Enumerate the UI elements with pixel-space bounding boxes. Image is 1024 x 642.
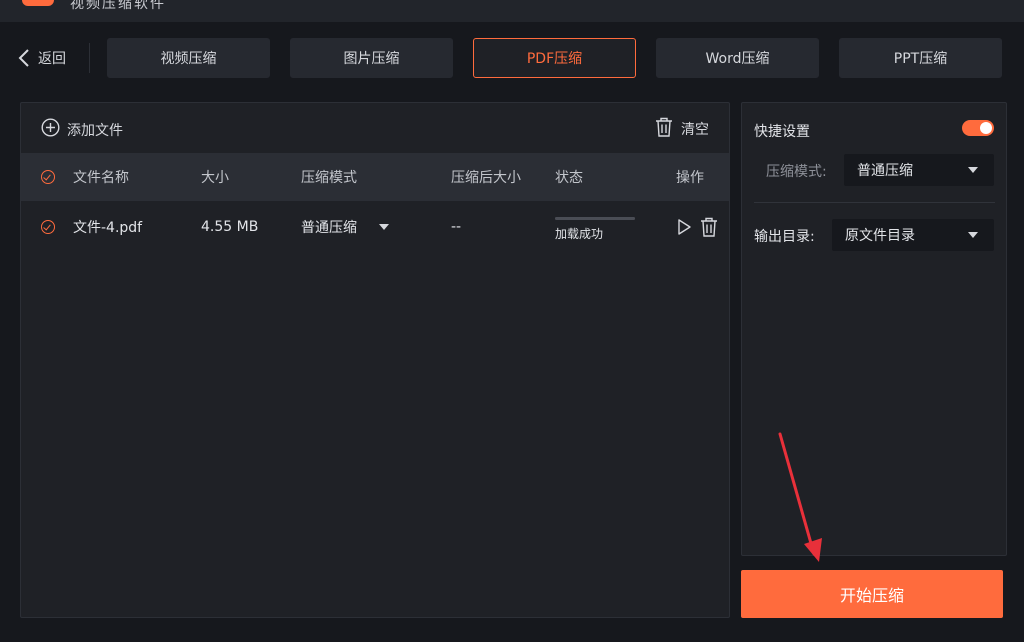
caret-down-icon: [379, 224, 389, 230]
tab-image-compress[interactable]: 图片压缩: [290, 38, 453, 78]
output-dir-select[interactable]: 原文件目录: [832, 219, 994, 251]
add-file-label: 添加文件: [67, 122, 123, 139]
file-size: 4.55 MB: [201, 219, 259, 235]
app-logo-icon: [22, 0, 54, 6]
mode-select[interactable]: 普通压缩: [844, 154, 994, 186]
column-header-size: 大小: [201, 170, 229, 186]
status-text: 加载成功: [555, 226, 604, 241]
tab-word-compress[interactable]: Word压缩: [656, 38, 819, 78]
plus-circle-icon: [41, 118, 60, 141]
column-header-after-size: 压缩后大小: [451, 170, 521, 186]
back-button[interactable]: 返回: [18, 44, 66, 72]
tab-ppt-compress[interactable]: PPT压缩: [839, 38, 1002, 78]
trash-icon[interactable]: [700, 217, 718, 237]
progress-bar: [555, 216, 635, 220]
app-title: 视频压缩软件: [70, 0, 166, 12]
file-list-panel: 添加文件 清空 文件名称 大小 压缩模式 压缩后大小 状态 操作 文件-4.pd…: [20, 102, 730, 618]
status-indicator: 加载成功: [555, 216, 635, 242]
column-header-ops: 操作: [676, 170, 704, 186]
file-toolbar: 添加文件 清空: [21, 103, 729, 153]
settings-divider: [754, 202, 995, 203]
column-header-mode: 压缩模式: [301, 170, 357, 186]
tab-video-compress[interactable]: 视频压缩: [107, 38, 270, 78]
add-file-button[interactable]: 添加文件: [41, 118, 123, 141]
mode-select-value: 普通压缩: [857, 163, 913, 179]
title-bar: 视频压缩软件: [0, 0, 1024, 22]
settings-panel: 快捷设置 压缩模式: 普通压缩 输出目录: 原文件目录: [741, 102, 1007, 556]
row-mode-select[interactable]: 普通压缩: [301, 217, 389, 237]
start-compress-button[interactable]: 开始压缩: [741, 570, 1003, 618]
row-mode-value: 普通压缩: [301, 220, 357, 236]
settings-title: 快捷设置: [754, 124, 810, 140]
tab-pdf-compress[interactable]: PDF压缩: [473, 38, 636, 78]
select-all-checkbox[interactable]: [41, 170, 55, 184]
file-name: 文件-4.pdf: [73, 220, 143, 236]
compressed-size: --: [451, 219, 462, 235]
output-dir-value: 原文件目录: [845, 228, 915, 244]
row-actions: [676, 217, 718, 237]
output-dir-label: 输出目录:: [754, 229, 815, 245]
trash-icon: [655, 117, 673, 141]
caret-down-icon: [968, 167, 978, 173]
row-checkbox[interactable]: [41, 220, 55, 234]
play-icon[interactable]: [676, 218, 692, 236]
clear-button[interactable]: 清空: [655, 117, 709, 141]
chevron-left-icon: [18, 49, 30, 67]
quick-settings-toggle[interactable]: [962, 120, 994, 136]
column-header-name: 文件名称: [73, 170, 129, 186]
caret-down-icon: [968, 232, 978, 238]
table-header: 文件名称 大小 压缩模式 压缩后大小 状态 操作: [21, 153, 729, 201]
nav-divider: [89, 43, 90, 73]
back-label: 返回: [38, 51, 66, 67]
app-window: 视频压缩软件 返回 视频压缩 图片压缩 PDF压缩 Word压缩 PPT压缩 添…: [0, 0, 1024, 642]
column-header-status: 状态: [555, 170, 583, 186]
table-row: 文件-4.pdf 4.55 MB 普通压缩 -- 加载成功: [21, 201, 729, 253]
clear-label: 清空: [681, 122, 709, 138]
mode-label: 压缩模式:: [766, 164, 827, 180]
